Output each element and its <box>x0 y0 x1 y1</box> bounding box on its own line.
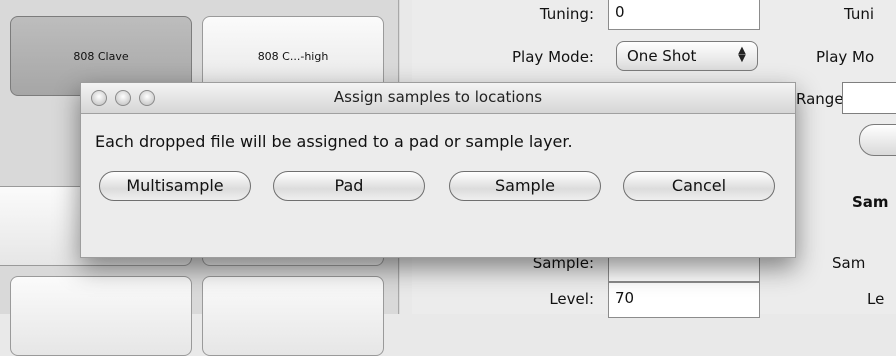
assign-samples-dialog: Assign samples to locations Each dropped… <box>80 82 796 258</box>
pad-button[interactable]: Pad <box>273 171 425 201</box>
tuning-field[interactable]: 0 <box>608 0 760 30</box>
multisample-button[interactable]: Multisample <box>99 171 251 201</box>
pad-empty[interactable] <box>10 276 192 356</box>
dialog-titlebar: Assign samples to locations <box>81 83 795 114</box>
dialog-message: Each dropped file will be assigned to a … <box>95 132 573 151</box>
up-down-arrows-icon: ▲ ▼ <box>738 45 746 64</box>
tuning-value: 0 <box>615 3 625 21</box>
tuning-label: Tuning: <box>539 5 594 23</box>
cancel-button[interactable]: Cancel <box>623 171 775 201</box>
right-play-mode-label: Play Mo <box>816 48 875 66</box>
pad-label: 808 C...-high <box>257 49 329 63</box>
range-field[interactable] <box>842 82 896 114</box>
right-round-button[interactable] <box>859 124 896 156</box>
right-sample-header: Sam <box>852 193 889 211</box>
right-sample-label: Sam <box>832 254 866 272</box>
play-mode-value: One Shot <box>627 47 697 65</box>
sample-button[interactable]: Sample <box>449 171 601 201</box>
level-field[interactable]: 70 <box>608 282 760 318</box>
range-label: Range: <box>796 90 849 108</box>
level-value: 70 <box>615 289 635 307</box>
level-label: Level: <box>549 290 594 308</box>
dialog-title: Assign samples to locations <box>333 88 543 106</box>
pad-label: 808 Clave <box>73 49 129 63</box>
play-mode-label: Play Mode: <box>512 48 594 66</box>
play-mode-select[interactable]: One Shot ▲ ▼ <box>616 41 758 71</box>
pad-empty[interactable] <box>202 276 384 356</box>
right-tuning-label: Tuni <box>844 5 875 23</box>
right-level-label: Le <box>867 290 885 308</box>
